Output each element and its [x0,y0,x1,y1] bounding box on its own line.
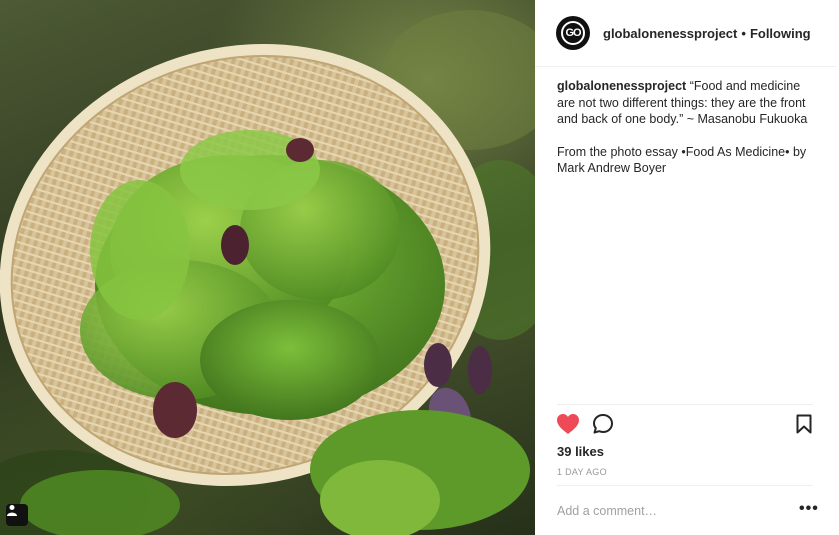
comment-input[interactable] [557,502,777,520]
avatar[interactable]: GO [556,16,590,50]
divider [557,404,813,405]
comment-icon[interactable] [592,413,614,435]
bookmark-icon[interactable] [795,414,813,434]
avatar-logo: GO [561,21,585,45]
salad-basket-illustration [0,10,535,535]
header-username[interactable]: globalonenessproject [603,26,737,41]
caption-quote-paragraph: globalonenessproject “Food and medicine … [557,78,819,128]
post-details-panel: GO globalonenessproject • Following global… [535,0,839,535]
header-separator: • [741,25,746,41]
person-icon [7,505,17,516]
tagged-users-button[interactable] [6,504,28,526]
post-caption: globalonenessproject “Food and medicine … [557,78,819,193]
caption-username[interactable]: globalonenessproject [557,79,686,93]
header-text: globalonenessproject • Following [603,26,811,41]
post-timestamp: 1 DAY AGO [557,467,607,477]
post-image[interactable] [0,0,535,535]
heart-icon[interactable] [556,413,580,435]
divider [557,485,813,486]
action-bar [557,412,815,440]
likes-count[interactable]: 39 likes [557,444,604,459]
more-options-button[interactable]: ••• [799,501,819,517]
caption-credit: From the photo essay •Food As Medicine• … [557,144,807,176]
post-header: GO globalonenessproject • Following [535,0,836,67]
following-button[interactable]: Following [750,26,811,41]
